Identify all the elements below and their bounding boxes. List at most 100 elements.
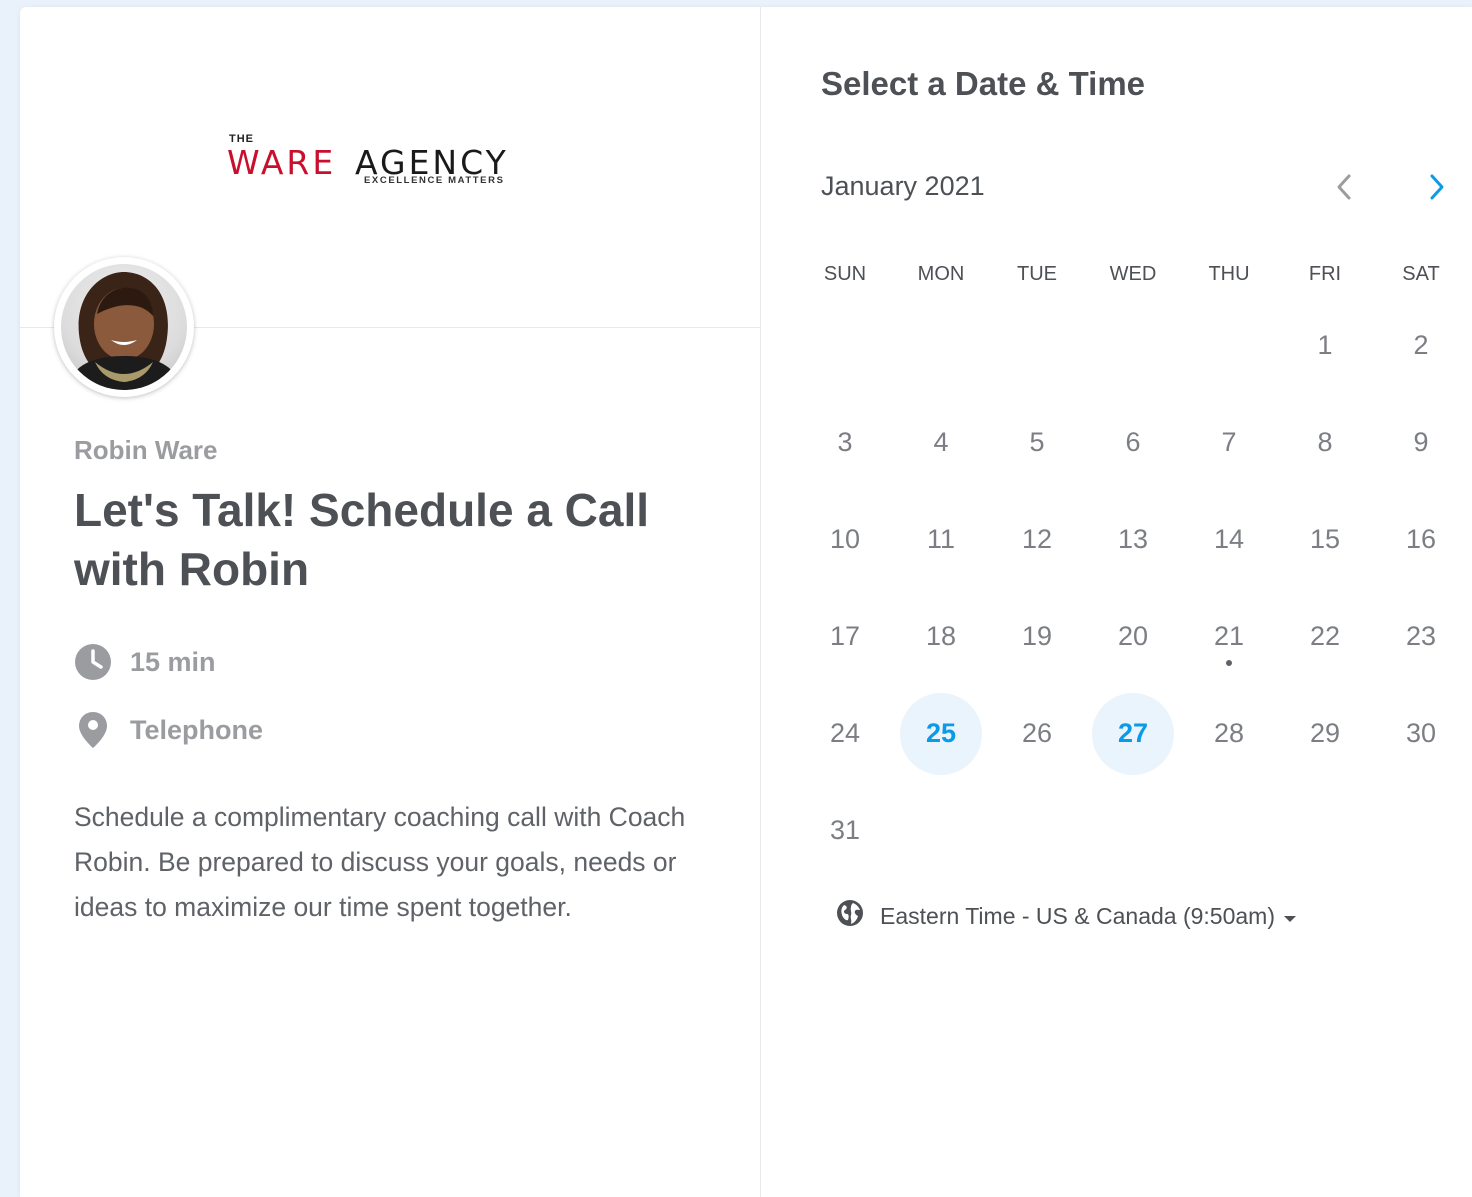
timezone-label: Eastern Time - US & Canada (9:50am) [880, 902, 1275, 929]
avatar-photo [61, 264, 187, 390]
duration-row: 15 min [74, 643, 216, 681]
date-13: 13 [1117, 524, 1149, 554]
company-logo: THE WARE AGENCY EXCELLENCE MATTERS [227, 131, 567, 193]
event-owner-name: Robin Ware [74, 435, 218, 465]
location-row: Telephone [74, 711, 263, 749]
calendar-day-cell: 31 [797, 782, 893, 879]
date-12: 12 [1021, 524, 1053, 554]
timezone-selector[interactable]: Eastern Time - US & Canada (9:50am) [836, 899, 1297, 933]
calendar-day-cell: 12 [989, 491, 1085, 588]
calendar-grid: 1 2 3 4 5 6 7 8 9 10 11 12 13 14 15 16 17 18 19 20 21 22 23 24 2… [797, 297, 1469, 879]
date-30: 30 [1405, 718, 1437, 748]
available-date-25[interactable]: 25 [900, 692, 982, 775]
date-28: 28 [1213, 718, 1245, 748]
calendar-day-cell: 21 [1181, 588, 1277, 685]
calendar-week-row: 10 11 12 13 14 15 16 [797, 491, 1469, 588]
date-10: 10 [829, 524, 861, 554]
calendar-day-cell: 14 [1181, 491, 1277, 588]
calendar-day-cell: 27 [1085, 685, 1181, 782]
date-2: 2 [1413, 330, 1429, 360]
calendar-day-cell: 18 [893, 588, 989, 685]
calendar-day-cell: 2 [1373, 297, 1469, 394]
month-label: January 2021 [821, 171, 985, 201]
weekday-label: FRI [1308, 263, 1342, 285]
calendar-day-cell: 13 [1085, 491, 1181, 588]
calendar-day-cell: 26 [989, 685, 1085, 782]
booking-card: THE WARE AGENCY EXCELLENCE MATTERS Robin… [20, 7, 1472, 1197]
calendar-week-row: 24 25 26 27 28 29 30 [797, 685, 1469, 782]
calendar-day-cell [1181, 297, 1277, 394]
calendar-day-cell: 17 [797, 588, 893, 685]
calendar-day-cell: 4 [893, 394, 989, 491]
calendar-day-cell: 25 [893, 685, 989, 782]
weekday-label: TUE [1017, 263, 1057, 285]
weekday-label: THU [1208, 263, 1250, 285]
clock-icon [74, 643, 112, 681]
calendar-week-row: 31 [797, 782, 1469, 879]
date-20: 20 [1117, 621, 1149, 651]
calendar-day-cell [797, 297, 893, 394]
calendar-day-cell: 6 [1085, 394, 1181, 491]
calendar-week-row: 17 18 19 20 21 22 23 [797, 588, 1469, 685]
weekday-label: WED [1109, 263, 1157, 285]
date-16: 16 [1405, 524, 1437, 554]
date-1: 1 [1317, 330, 1333, 360]
calendar-day-cell [989, 782, 1085, 879]
previous-month-button[interactable] [1324, 167, 1364, 207]
calendar-day-cell [1373, 782, 1469, 879]
location-text: Telephone [130, 714, 264, 745]
calendar-day-cell: 1 [1277, 297, 1373, 394]
date-19: 19 [1021, 621, 1053, 651]
calendar-day-cell: 16 [1373, 491, 1469, 588]
date-4: 4 [933, 427, 949, 457]
weekday-label: SAT [1402, 263, 1440, 285]
calendar-day-cell: 11 [893, 491, 989, 588]
calendar-day-cell: 23 [1373, 588, 1469, 685]
calendar-day-cell [1085, 297, 1181, 394]
calendar-day-cell [893, 297, 989, 394]
date-23: 23 [1405, 621, 1437, 651]
date-picker-panel: Select a Date & Time January 2021 SUN MON… [761, 7, 1472, 1197]
calendar-day-cell: 5 [989, 394, 1085, 491]
date-9: 9 [1413, 427, 1429, 457]
event-details-panel: THE WARE AGENCY EXCELLENCE MATTERS Robin… [20, 7, 761, 1197]
calendar-day-cell: 3 [797, 394, 893, 491]
weekday-label: SUN [823, 263, 867, 285]
calendar-day-cell: 8 [1277, 394, 1373, 491]
calendar-day-cell: 9 [1373, 394, 1469, 491]
weekday-header-row: SUN MON TUE WED THU FRI SAT [797, 263, 1469, 286]
calendar-day-cell: 22 [1277, 588, 1373, 685]
calendar-day-cell: 28 [1181, 685, 1277, 782]
date-8: 8 [1317, 427, 1333, 457]
next-month-button[interactable] [1417, 167, 1457, 207]
date-15: 15 [1309, 524, 1341, 554]
calendar-day-cell [1181, 782, 1277, 879]
map-pin-icon [74, 711, 112, 749]
date-29: 29 [1309, 718, 1341, 748]
calendar-day-cell: 20 [1085, 588, 1181, 685]
available-date-27[interactable]: 27 [1092, 692, 1174, 775]
date-3: 3 [837, 427, 853, 457]
date-17: 17 [829, 621, 861, 651]
event-description: Schedule a complimentary coaching call w… [74, 802, 686, 922]
date-31: 31 [829, 815, 861, 845]
caret-down-icon [1283, 903, 1297, 930]
calendar-day-cell [1277, 782, 1373, 879]
logo-ware-text: WARE [227, 143, 337, 182]
date-picker-heading: Select a Date & Time [821, 65, 1146, 102]
date-11: 11 [926, 524, 956, 554]
calendar-day-cell: 10 [797, 491, 893, 588]
avatar [54, 257, 194, 397]
chevron-right-icon [1430, 174, 1444, 200]
calendar-day-cell: 7 [1181, 394, 1277, 491]
date-18: 18 [925, 621, 957, 651]
date-7: 7 [1221, 427, 1237, 457]
calendar-day-cell [893, 782, 989, 879]
duration-text: 15 min [130, 646, 216, 677]
date-5: 5 [1029, 427, 1045, 457]
calendar-day-cell [989, 297, 1085, 394]
date-24: 24 [829, 718, 861, 748]
calendar-day-cell: 24 [797, 685, 893, 782]
date-6: 6 [1125, 427, 1141, 457]
date-26: 26 [1021, 718, 1053, 748]
